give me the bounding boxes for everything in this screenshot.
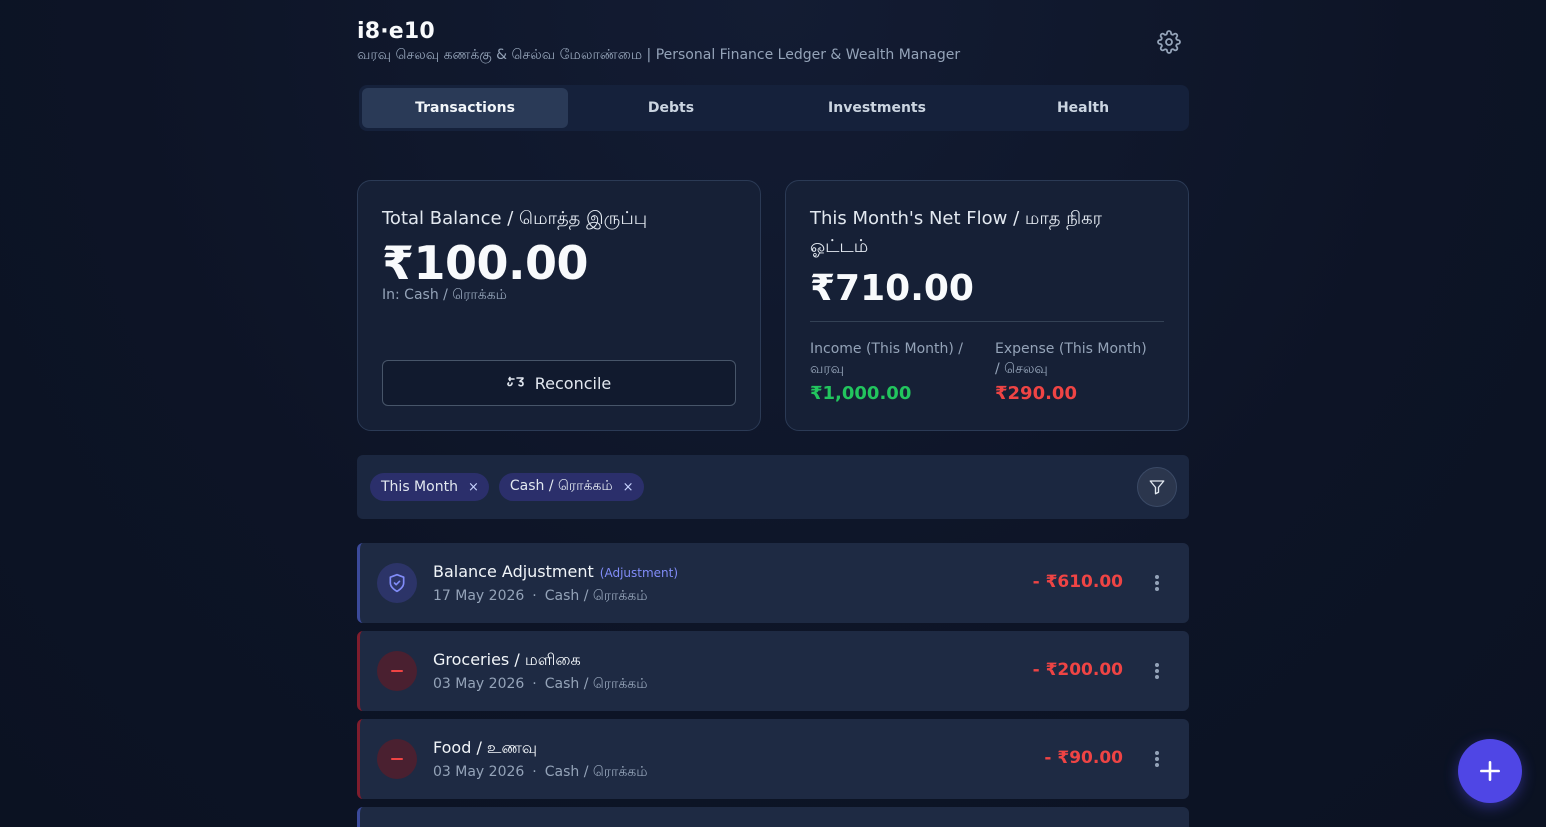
transaction-row[interactable]: Balance Adjustment (Adjustment) 17 May 20… <box>357 543 1189 623</box>
minus-icon <box>377 651 417 691</box>
total-balance-label: Total Balance / மொத்த இருப்பு <box>382 208 648 229</box>
transaction-account: Cash / ரொக்கம் <box>544 676 648 692</box>
expense-label: Expense (This Month) / செலவு <box>995 341 1147 377</box>
transaction-row-partial[interactable] <box>357 807 1189 827</box>
filter-chip-label: This Month <box>381 479 458 495</box>
app-subtitle: வரவு செலவு கணக்கு & செல்வ மேலாண்மை | Per… <box>357 47 961 63</box>
filter-chip-label: Cash / ரொக்கம் <box>509 478 613 494</box>
transaction-title: Food / உணவு <box>433 738 537 759</box>
close-icon[interactable]: × <box>623 480 634 495</box>
more-vertical-icon[interactable] <box>1149 661 1165 681</box>
transaction-meta: 17 May 2026 · Cash / ரொக்கம் <box>433 588 648 606</box>
transaction-date: 17 May 2026 <box>433 588 525 604</box>
net-flow-amount: ₹710.00 <box>810 268 974 309</box>
add-transaction-button[interactable] <box>1458 739 1522 803</box>
more-vertical-icon[interactable] <box>1149 573 1165 593</box>
transaction-title: Balance Adjustment (Adjustment) <box>433 562 678 581</box>
tab-investments[interactable]: Investments <box>774 88 980 128</box>
reconcile-label: Reconcile <box>534 373 612 393</box>
expense-value: ₹290.00 <box>995 383 1077 404</box>
transaction-amount: - ₹90.00 <box>1044 748 1123 768</box>
more-vertical-icon[interactable] <box>1149 749 1165 769</box>
plus-icon <box>1480 761 1500 781</box>
meta-separator: · <box>532 764 537 780</box>
transaction-title: Groceries / மளிகை <box>433 650 581 671</box>
meta-separator: · <box>532 676 537 692</box>
transaction-meta: 03 May 2026 · Cash / ரொக்கம் <box>433 764 648 782</box>
income-label: Income (This Month) / வரவு <box>810 341 963 377</box>
minus-icon <box>377 739 417 779</box>
main-tabs: Transactions Debts Investments Health <box>359 85 1189 131</box>
transaction-title-text: Groceries / மளிகை <box>433 650 581 669</box>
transaction-amount: - ₹610.00 <box>1032 572 1123 592</box>
transaction-date: 03 May 2026 <box>433 764 525 780</box>
transaction-date: 03 May 2026 <box>433 676 525 692</box>
transaction-account: Cash / ரொக்கம் <box>544 764 648 780</box>
net-flow-label: This Month's Net Flow / மாத நிகர ஓட்டம் <box>810 208 1102 257</box>
transaction-account: Cash / ரொக்கம் <box>544 588 648 604</box>
transaction-amount: - ₹200.00 <box>1032 660 1123 680</box>
transaction-title-text: Balance Adjustment <box>433 562 594 581</box>
app-title: i8·e10 <box>357 19 435 44</box>
close-icon[interactable]: × <box>468 480 479 495</box>
reconcile-icon <box>506 374 525 393</box>
app-container: i8·e10 வரவு செலவு கணக்கு & செல்வ மேலாண்ம… <box>357 0 1189 827</box>
transaction-row[interactable]: Food / உணவு 03 May 2026 · Cash / ரொக்கம் -… <box>357 719 1189 799</box>
meta-separator: · <box>532 588 537 604</box>
filter-chip-account[interactable]: Cash / ரொக்கம் × <box>498 473 644 501</box>
card-divider <box>810 321 1164 322</box>
filter-chip-period[interactable]: This Month × <box>370 473 489 501</box>
tab-debts[interactable]: Debts <box>568 88 774 128</box>
expense-summary: Expense (This Month) / செலவு ₹290.00 <box>995 339 1155 404</box>
net-flow-card: This Month's Net Flow / மாத நிகர ஓட்டம் … <box>785 180 1189 431</box>
transaction-row[interactable]: Groceries / மளிகை 03 May 2026 · Cash / ரொக… <box>357 631 1189 711</box>
income-value: ₹1,000.00 <box>810 383 912 404</box>
filter-bar: This Month × Cash / ரொக்கம் × <box>357 455 1189 519</box>
shield-check-icon <box>377 563 417 603</box>
settings-gear-icon[interactable] <box>1157 30 1181 54</box>
tab-health[interactable]: Health <box>980 88 1186 128</box>
app-header: i8·e10 வரவு செலவு கணக்கு & செல்வ மேலாண்ம… <box>357 18 1189 74</box>
transaction-meta: 03 May 2026 · Cash / ரொக்கம் <box>433 676 648 694</box>
filter-funnel-icon[interactable] <box>1137 467 1177 507</box>
transaction-tag: (Adjustment) <box>599 566 679 580</box>
income-summary: Income (This Month) / வரவு ₹1,000.00 <box>810 339 970 404</box>
total-balance-amount: ₹100.00 <box>382 236 589 290</box>
transaction-title-text: Food / உணவு <box>433 738 538 757</box>
tab-transactions[interactable]: Transactions <box>362 88 568 128</box>
reconcile-button[interactable]: Reconcile <box>382 360 736 406</box>
total-balance-card: Total Balance / மொத்த இருப்பு ₹100.00 In… <box>357 180 761 431</box>
